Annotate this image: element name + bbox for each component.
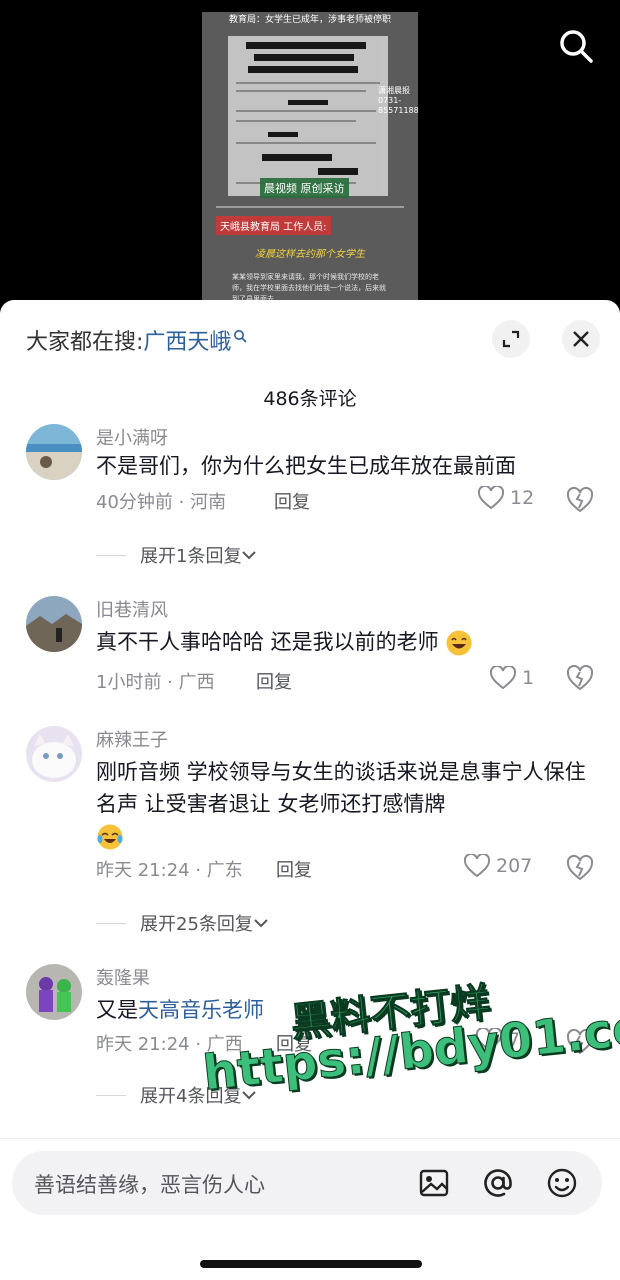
- comment-meta: 昨天 21:24 · 广东: [96, 860, 243, 881]
- like-button[interactable]: 1: [490, 666, 534, 690]
- search-icon[interactable]: [556, 26, 596, 66]
- like-count: 12: [510, 487, 535, 509]
- expand-icon[interactable]: [492, 320, 530, 358]
- comment-meta: 1小时前 · 广西: [96, 672, 215, 693]
- search-suggestion-prefix: 大家都在搜:: [26, 330, 144, 355]
- home-indicator: [200, 1260, 422, 1268]
- comment-topic-link[interactable]: 天高音乐老师: [138, 998, 264, 1022]
- dislike-icon[interactable]: [566, 486, 594, 514]
- media-stamp: 潇湘晨报 0731-85571188: [378, 86, 418, 115]
- video-frame: 教育局：女学生已成年，涉事老师被停职 潇湘晨报 0731-85571188 晨视…: [202, 12, 418, 312]
- like-count: 1: [522, 667, 535, 689]
- search-suggestion[interactable]: 大家都在搜:广西天峨: [26, 324, 247, 356]
- reply-button[interactable]: 回复: [256, 668, 292, 694]
- original-interview-badge: 晨视频 原创采访: [260, 178, 349, 198]
- chevron-down-icon: [254, 919, 268, 928]
- like-count: 207: [496, 855, 533, 877]
- comment-input[interactable]: 善语结善缘，恶言伤人心: [12, 1151, 602, 1215]
- comment-text[interactable]: 真不干人事哈哈哈 还是我以前的老师: [96, 626, 596, 658]
- expand-replies[interactable]: 展开1条回复: [96, 542, 257, 568]
- like-button[interactable]: 207: [464, 854, 532, 878]
- laughing-face-emoji-icon: [445, 629, 473, 657]
- comment-text-body: 真不干人事哈哈哈 还是我以前的老师: [96, 630, 439, 654]
- video-player[interactable]: 教育局：女学生已成年，涉事老师被停职 潇湘晨报 0731-85571188 晨视…: [0, 0, 620, 320]
- comment-text-body: 刚听音频 学校领导与女生的谈话来说是息事宁人保住名声 让受害者退让 女老师还打感…: [96, 760, 586, 816]
- comment-text[interactable]: 不是哥们，你为什么把女生已成年放在最前面: [96, 450, 596, 482]
- heart-icon: [490, 666, 516, 690]
- close-icon[interactable]: [562, 320, 600, 358]
- mention-icon[interactable]: [480, 1165, 516, 1201]
- avatar[interactable]: [26, 424, 82, 480]
- comment-count: 486条评论: [263, 388, 357, 410]
- reply-button[interactable]: 回复: [276, 856, 312, 882]
- comment-text[interactable]: 刚听音频 学校领导与女生的谈话来说是息事宁人保住名声 让受害者退让 女老师还打感…: [96, 756, 596, 852]
- comment-input-placeholder: 善语结善缘，恶言伤人心: [34, 1173, 265, 1197]
- like-button[interactable]: 12: [478, 486, 534, 510]
- avatar[interactable]: [26, 964, 82, 1020]
- emoji-icon[interactable]: [544, 1165, 580, 1201]
- crying-laughing-emoji-icon: [96, 823, 124, 851]
- dislike-icon[interactable]: [566, 664, 594, 692]
- reply-button[interactable]: 回复: [274, 488, 310, 514]
- comment-username[interactable]: 是小满呀: [96, 424, 168, 450]
- audio-waveform: [216, 206, 404, 208]
- document-image: [228, 36, 388, 196]
- chevron-down-icon: [242, 551, 257, 560]
- avatar[interactable]: [26, 596, 82, 652]
- heart-icon: [464, 854, 490, 878]
- video-caption-highlight: 凌晨这样去约那个女学生: [255, 249, 365, 260]
- speaker-badge: 天峨县教育局 工作人员:: [216, 216, 331, 235]
- comment-sheet: 大家都在搜:广西天峨 486条评论 是小满呀 不是哥们，你为什么把女生已成年放在…: [0, 300, 620, 1280]
- comment-username[interactable]: 旧巷清风: [96, 596, 168, 622]
- comment-username[interactable]: 轰隆果: [96, 964, 150, 990]
- comment-text-body: 又是: [96, 998, 138, 1022]
- heart-icon: [478, 486, 504, 510]
- expand-replies-label: 展开1条回复: [140, 546, 242, 567]
- expand-replies[interactable]: 展开25条回复: [96, 910, 269, 936]
- comment-username[interactable]: 麻辣王子: [96, 726, 168, 752]
- comment-input-bar: 善语结善缘，恶言伤人心: [0, 1138, 620, 1280]
- search-suggestion-keyword[interactable]: 广西天峨: [143, 330, 231, 355]
- comment-meta: 40分钟前 · 河南: [96, 492, 227, 513]
- image-icon[interactable]: [416, 1165, 452, 1201]
- expand-replies-label: 展开25条回复: [140, 914, 253, 935]
- dislike-icon[interactable]: [566, 854, 594, 882]
- avatar[interactable]: [26, 726, 82, 782]
- video-headline: 教育局：女学生已成年，涉事老师被停职: [228, 15, 391, 25]
- search-small-icon: [233, 324, 247, 349]
